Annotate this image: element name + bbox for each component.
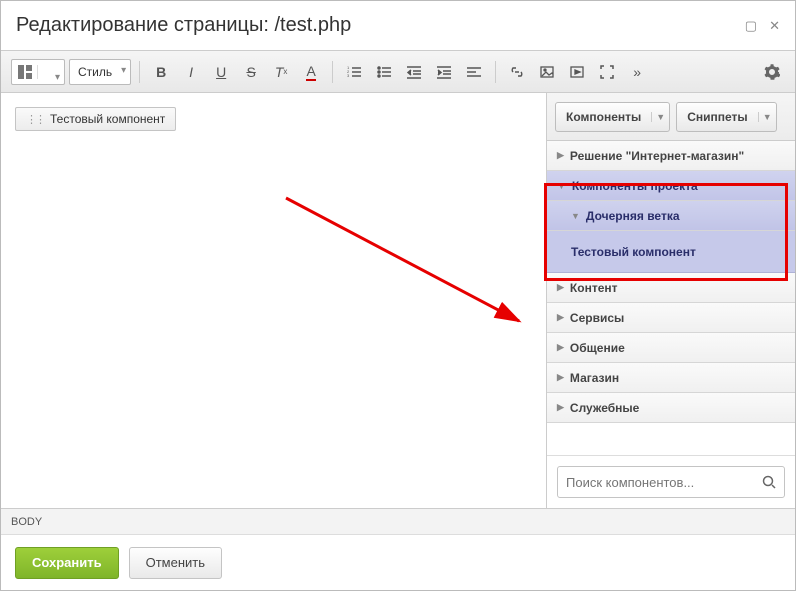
caret-right-icon: ▶ [557, 402, 564, 413]
tree-item-content[interactable]: ▶ Контент [547, 273, 795, 303]
search-icon [762, 475, 776, 489]
component-tree: ▶ Решение "Интернет-магазин" ▼ Компонент… [547, 141, 795, 455]
text-color-button[interactable]: A [298, 59, 324, 85]
caret-right-icon: ▶ [557, 312, 564, 323]
dom-path: BODY [11, 516, 42, 528]
separator [139, 61, 140, 83]
link-button[interactable] [504, 59, 530, 85]
image-button[interactable] [534, 59, 560, 85]
tree-item-shop[interactable]: ▶ Магазин [547, 363, 795, 393]
tree-item-internet-shop[interactable]: ▶ Решение "Интернет-магазин" [547, 141, 795, 171]
save-button[interactable]: Сохранить [15, 547, 119, 579]
caret-down-icon: ▼ [571, 211, 580, 221]
caret-right-icon: ▶ [557, 342, 564, 353]
style-select[interactable]: Стиль [69, 59, 131, 85]
cancel-button[interactable]: Отменить [129, 547, 222, 579]
layout-template-select[interactable] [11, 59, 65, 85]
separator [332, 61, 333, 83]
caret-right-icon: ▶ [557, 372, 564, 383]
tree-item-project-components[interactable]: ▼ Компоненты проекта [547, 171, 795, 201]
titlebar: Редактирование страницы: /test.php ▢ ✕ [1, 1, 795, 51]
tree-item-communication[interactable]: ▶ Общение [547, 333, 795, 363]
editor-window: Редактирование страницы: /test.php ▢ ✕ С… [0, 0, 796, 591]
caret-down-icon: ▼ [557, 181, 566, 191]
window-title: Редактирование страницы: /test.php [16, 14, 351, 37]
tab-snippets[interactable]: Сниппеты ▼ [676, 102, 776, 132]
unordered-list-button[interactable] [371, 59, 397, 85]
tree-item-services[interactable]: ▶ Сервисы [547, 303, 795, 333]
bold-button[interactable]: B [148, 59, 174, 85]
tree-leaf-test-component[interactable]: Тестовый компонент [547, 231, 795, 273]
sidebar: Компоненты ▼ Сниппеты ▼ ▶ Решение "Интер… [547, 93, 795, 508]
titlebar-controls: ▢ ✕ [745, 18, 780, 34]
component-search[interactable] [557, 466, 785, 498]
style-select-label: Стиль [70, 65, 130, 79]
svg-text:3: 3 [347, 73, 350, 78]
clear-format-button[interactable]: Tx [268, 59, 294, 85]
tree-item-system[interactable]: ▶ Служебные [547, 393, 795, 423]
video-button[interactable] [564, 59, 590, 85]
body-area: ⋮⋮ Тестовый компонент Компоненты ▼ Снипп… [1, 93, 795, 508]
indent-button[interactable] [431, 59, 457, 85]
align-button[interactable] [461, 59, 487, 85]
chevron-down-icon: ▼ [651, 112, 669, 122]
caret-right-icon: ▶ [557, 150, 564, 161]
layout-icon [12, 65, 38, 79]
footer: Сохранить Отменить [1, 534, 795, 590]
statusbar: BODY [1, 508, 795, 534]
toolbar: Стиль B I U S Tx A 123 [1, 51, 795, 93]
caret-right-icon: ▶ [557, 282, 564, 293]
search-wrap [547, 455, 795, 508]
editor-canvas[interactable]: ⋮⋮ Тестовый компонент [1, 93, 547, 508]
chevron-down-icon: ▼ [758, 112, 776, 122]
italic-button[interactable]: I [178, 59, 204, 85]
component-search-input[interactable] [566, 475, 762, 490]
close-icon[interactable]: ✕ [769, 18, 780, 34]
maximize-icon[interactable]: ▢ [745, 18, 757, 34]
component-chip[interactable]: ⋮⋮ Тестовый компонент [15, 107, 176, 131]
strike-button[interactable]: S [238, 59, 264, 85]
more-button[interactable]: » [624, 59, 650, 85]
sidebar-tabs: Компоненты ▼ Сниппеты ▼ [547, 93, 795, 141]
tree-item-child-branch[interactable]: ▼ Дочерняя ветка [547, 201, 795, 231]
grip-icon: ⋮⋮ [26, 113, 44, 126]
settings-button[interactable] [759, 59, 785, 85]
tab-components[interactable]: Компоненты ▼ [555, 102, 670, 132]
fullscreen-button[interactable] [594, 59, 620, 85]
outdent-button[interactable] [401, 59, 427, 85]
underline-button[interactable]: U [208, 59, 234, 85]
separator [495, 61, 496, 83]
ordered-list-button[interactable]: 123 [341, 59, 367, 85]
component-chip-label: Тестовый компонент [50, 112, 165, 126]
